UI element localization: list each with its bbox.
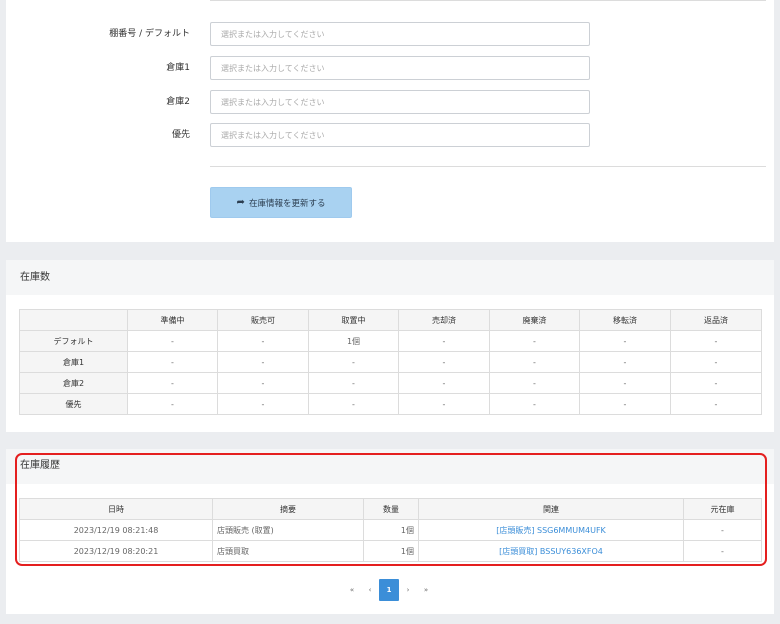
stock-history-title: 在庫履歴 [20,460,60,471]
column-header: 取置中 [308,309,399,331]
table-cell: - [217,330,309,352]
datetime-cell: 2023/12/19 08:21:48 [19,519,213,541]
pagination-next[interactable]: › [399,579,417,601]
origin-cell: - [683,519,762,541]
related-cell: [店頭買取] BSSUY636XFO4 [418,540,684,562]
column-header: 移転済 [579,309,671,331]
summary-cell: 店頭買取 [212,540,364,562]
summary-cell: 店頭販売 (取置) [212,519,364,541]
table-cell: - [127,351,218,373]
table-row: 2023/12/19 08:21:48 店頭販売 (取置) 1個 [店頭販売] … [19,519,762,541]
column-header: 関連 [418,498,684,520]
pagination-prev[interactable]: ‹ [361,579,379,601]
column-header: 摘要 [212,498,364,520]
row-header: 倉庫2 [19,372,128,394]
table-row: 優先 - - - - - - - [19,393,762,415]
table-cell: - [670,372,762,394]
form-row-priority: 優先 [6,123,774,147]
field-label-warehouse1: 倉庫1 [166,63,190,73]
table-row: デフォルト - - 1個 - - - - [19,330,762,352]
table-cell: - [579,372,671,394]
quantity-cell: 1個 [363,519,419,541]
table-cell: - [217,393,309,415]
table-cell: - [489,372,580,394]
table-cell: - [217,372,309,394]
table-cell: - [308,393,399,415]
pagination-last[interactable]: » [417,579,435,601]
stock-history-table: 日時 摘要 数量 関連 元在庫 2023/12/19 08:21:48 店頭販売… [19,498,762,562]
table-cell: - [127,330,218,352]
row-header: デフォルト [19,330,128,352]
table-cell: - [217,351,309,373]
table-cell: - [308,351,399,373]
top-divider [210,0,766,1]
stock-history-header: 在庫履歴 [6,449,774,484]
quantity-cell: 1個 [363,540,419,562]
column-header [19,309,128,331]
priority-input[interactable] [210,123,590,147]
table-cell: - [127,372,218,394]
pagination: « ‹ 1 › » [343,579,435,601]
stock-count-panel: 在庫数 準備中 販売可 取置中 売却済 廃棄済 移転済 返品済 デフォルト - … [6,260,774,432]
column-header: 準備中 [127,309,218,331]
table-cell: - [398,393,490,415]
form-row-shelf-default: 棚番号 / デフォルト [6,22,774,46]
related-link[interactable]: [店頭販売] SSG6MMUM4UFK [496,526,606,535]
warehouse1-input[interactable] [210,56,590,80]
table-row: 倉庫2 - - - - - - - [19,372,762,394]
table-cell: - [127,393,218,415]
related-cell: [店頭販売] SSG6MMUM4UFK [418,519,684,541]
update-stock-button-label: 在庫情報を更新する [248,198,326,209]
table-cell: 1個 [308,330,399,352]
stock-settings-panel: 棚番号 / デフォルト 倉庫1 倉庫2 優先 ➦ 在庫情報を更新する [6,0,774,242]
table-row: 倉庫1 - - - - - - - [19,351,762,373]
column-header: 数量 [363,498,419,520]
table-row: 2023/12/19 08:20:21 店頭買取 1個 [店頭買取] BSSUY… [19,540,762,562]
column-header: 販売可 [217,309,309,331]
update-stock-button[interactable]: ➦ 在庫情報を更新する [210,187,352,218]
table-cell: - [398,330,490,352]
field-label-warehouse2: 倉庫2 [166,97,190,107]
column-header: 売却済 [398,309,490,331]
share-arrow-icon: ➦ [236,197,245,208]
pagination-current-page[interactable]: 1 [379,579,399,601]
field-label-shelf-default: 棚番号 / デフォルト [109,29,190,39]
table-cell: - [398,351,490,373]
datetime-cell: 2023/12/19 08:20:21 [19,540,213,562]
table-cell: - [579,351,671,373]
shelf-default-input[interactable] [210,22,590,46]
table-cell: - [579,393,671,415]
stock-count-header: 在庫数 [6,260,774,295]
stock-count-table: 準備中 販売可 取置中 売却済 廃棄済 移転済 返品済 デフォルト - - 1個… [19,309,762,415]
table-cell: - [308,372,399,394]
table-cell: - [489,393,580,415]
origin-cell: - [683,540,762,562]
column-header: 廃棄済 [489,309,580,331]
table-cell: - [579,330,671,352]
column-header: 元在庫 [683,498,762,520]
table-cell: - [670,351,762,373]
row-header: 倉庫1 [19,351,128,373]
related-link[interactable]: [店頭買取] BSSUY636XFO4 [499,547,603,556]
stock-history-header-row: 日時 摘要 数量 関連 元在庫 [19,498,762,520]
table-cell: - [670,330,762,352]
table-cell: - [670,393,762,415]
table-cell: - [398,372,490,394]
table-cell: - [489,330,580,352]
pagination-first[interactable]: « [343,579,361,601]
column-header: 日時 [19,498,213,520]
form-row-warehouse1: 倉庫1 [6,56,774,80]
field-label-priority: 優先 [171,130,190,140]
column-header: 返品済 [670,309,762,331]
row-header: 優先 [19,393,128,415]
stock-count-title: 在庫数 [20,272,50,283]
stock-count-header-row: 準備中 販売可 取置中 売却済 廃棄済 移転済 返品済 [19,309,762,331]
warehouse2-input[interactable] [210,90,590,114]
form-row-warehouse2: 倉庫2 [6,90,774,114]
form-divider [210,166,766,167]
table-cell: - [489,351,580,373]
